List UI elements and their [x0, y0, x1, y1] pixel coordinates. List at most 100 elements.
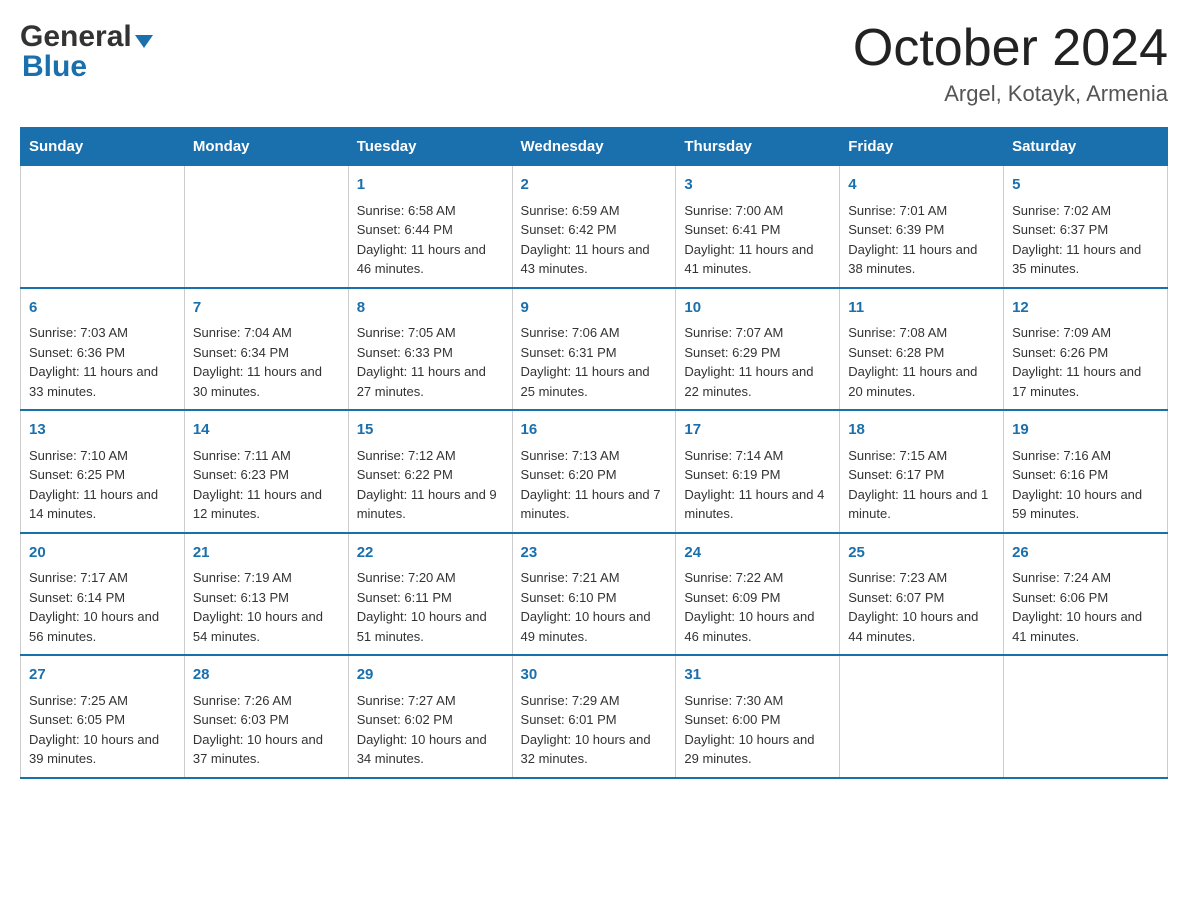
calendar-cell: 21Sunrise: 7:19 AMSunset: 6:13 PMDayligh… [184, 533, 348, 656]
calendar-week-1: 1Sunrise: 6:58 AMSunset: 6:44 PMDaylight… [21, 166, 1168, 288]
calendar-week-5: 27Sunrise: 7:25 AMSunset: 6:05 PMDayligh… [21, 655, 1168, 778]
calendar-cell: 2Sunrise: 6:59 AMSunset: 6:42 PMDaylight… [512, 166, 676, 288]
day-info-line: Sunrise: 7:27 AM [357, 691, 504, 711]
calendar-header-monday: Monday [184, 128, 348, 166]
day-number: 4 [848, 174, 995, 197]
day-info-line: Sunrise: 6:58 AM [357, 201, 504, 221]
calendar-cell: 24Sunrise: 7:22 AMSunset: 6:09 PMDayligh… [676, 533, 840, 656]
day-number: 18 [848, 419, 995, 442]
day-info-line: Daylight: 11 hours and 7 minutes. [521, 485, 668, 524]
day-info-line: Sunset: 6:17 PM [848, 465, 995, 485]
logo-blue-text: Blue [20, 50, 87, 84]
day-info-line: Sunset: 6:39 PM [848, 220, 995, 240]
calendar-cell: 7Sunrise: 7:04 AMSunset: 6:34 PMDaylight… [184, 288, 348, 411]
day-number: 13 [29, 419, 176, 442]
calendar-cell [1004, 655, 1168, 778]
day-info-line: Sunrise: 7:06 AM [521, 323, 668, 343]
day-number: 20 [29, 542, 176, 565]
day-number: 2 [521, 174, 668, 197]
calendar-cell: 26Sunrise: 7:24 AMSunset: 6:06 PMDayligh… [1004, 533, 1168, 656]
day-info-line: Sunrise: 7:15 AM [848, 446, 995, 466]
day-number: 25 [848, 542, 995, 565]
day-number: 30 [521, 664, 668, 687]
day-number: 10 [684, 297, 831, 320]
calendar-header-sunday: Sunday [21, 128, 185, 166]
day-info-line: Daylight: 11 hours and 38 minutes. [848, 240, 995, 279]
calendar-cell: 23Sunrise: 7:21 AMSunset: 6:10 PMDayligh… [512, 533, 676, 656]
calendar-header-friday: Friday [840, 128, 1004, 166]
day-info-line: Sunset: 6:05 PM [29, 710, 176, 730]
day-info-line: Daylight: 10 hours and 41 minutes. [1012, 607, 1159, 646]
calendar-cell: 1 Sunrise: 6:58 AMSunset: 6:44 PMDaylight… [348, 166, 512, 288]
day-number: 19 [1012, 419, 1159, 442]
day-info-line: Sunset: 6:44 PM [357, 220, 504, 240]
day-number: 7 [193, 297, 340, 320]
day-info-line: Sunrise: 7:09 AM [1012, 323, 1159, 343]
day-info-line: Sunset: 6:01 PM [521, 710, 668, 730]
day-info-line: Sunset: 6:14 PM [29, 588, 176, 608]
calendar-cell: 8Sunrise: 7:05 AMSunset: 6:33 PMDaylight… [348, 288, 512, 411]
day-info-line: Sunset: 6:29 PM [684, 343, 831, 363]
calendar-cell: 16Sunrise: 7:13 AMSunset: 6:20 PMDayligh… [512, 410, 676, 533]
calendar-cell: 6Sunrise: 7:03 AMSunset: 6:36 PMDaylight… [21, 288, 185, 411]
day-info-line: Daylight: 11 hours and 33 minutes. [29, 362, 176, 401]
day-info-line: Sunrise: 7:11 AM [193, 446, 340, 466]
calendar-header-thursday: Thursday [676, 128, 840, 166]
calendar-cell: 14 Sunrise: 7:11 AMSunset: 6:23 PMDayligh… [184, 410, 348, 533]
calendar-cell: 11Sunrise: 7:08 AMSunset: 6:28 PMDayligh… [840, 288, 1004, 411]
calendar-cell: 28Sunrise: 7:26 AMSunset: 6:03 PMDayligh… [184, 655, 348, 778]
day-info-line: Sunrise: 7:12 AM [357, 446, 504, 466]
day-number: 12 [1012, 297, 1159, 320]
month-title: October 2024 [853, 20, 1168, 77]
calendar-cell [21, 166, 185, 288]
day-number: 5 [1012, 174, 1159, 197]
calendar-cell: 3Sunrise: 7:00 AMSunset: 6:41 PMDaylight… [676, 166, 840, 288]
day-info-line: Sunrise: 7:01 AM [848, 201, 995, 221]
day-info-line: Daylight: 11 hours and 1 minute. [848, 485, 995, 524]
day-info-line: Daylight: 10 hours and 39 minutes. [29, 730, 176, 769]
day-number: 31 [684, 664, 831, 687]
day-number: 1 [357, 174, 504, 197]
day-info-line: Sunset: 6:37 PM [1012, 220, 1159, 240]
calendar-cell: 12 Sunrise: 7:09 AMSunset: 6:26 PMDayligh… [1004, 288, 1168, 411]
day-info-line: Sunset: 6:13 PM [193, 588, 340, 608]
day-info-line: Sunrise: 7:26 AM [193, 691, 340, 711]
calendar-cell: 29Sunrise: 7:27 AMSunset: 6:02 PMDayligh… [348, 655, 512, 778]
day-info-line: Sunset: 6:11 PM [357, 588, 504, 608]
calendar-cell: 30Sunrise: 7:29 AMSunset: 6:01 PMDayligh… [512, 655, 676, 778]
day-info-line: Sunrise: 7:19 AM [193, 568, 340, 588]
day-info-line: Sunrise: 7:04 AM [193, 323, 340, 343]
day-info-line: Sunrise: 7:17 AM [29, 568, 176, 588]
day-info-line: Daylight: 11 hours and 27 minutes. [357, 362, 504, 401]
location: Argel, Kotayk, Armenia [853, 81, 1168, 107]
day-info-line: Daylight: 10 hours and 59 minutes. [1012, 485, 1159, 524]
day-info-line: Daylight: 11 hours and 41 minutes. [684, 240, 831, 279]
day-number: 22 [357, 542, 504, 565]
calendar-cell: 4 Sunrise: 7:01 AMSunset: 6:39 PMDaylight… [840, 166, 1004, 288]
day-number: 14 [193, 419, 340, 442]
calendar-cell: 17Sunrise: 7:14 AMSunset: 6:19 PMDayligh… [676, 410, 840, 533]
day-number: 11 [848, 297, 995, 320]
day-info-line: Sunset: 6:26 PM [1012, 343, 1159, 363]
calendar-cell: 20Sunrise: 7:17 AMSunset: 6:14 PMDayligh… [21, 533, 185, 656]
day-info-line: Sunset: 6:02 PM [357, 710, 504, 730]
day-number: 15 [357, 419, 504, 442]
day-info-line: Daylight: 10 hours and 46 minutes. [684, 607, 831, 646]
day-info-line: Daylight: 11 hours and 46 minutes. [357, 240, 504, 279]
day-info-line: Daylight: 11 hours and 17 minutes. [1012, 362, 1159, 401]
day-info-line: Sunset: 6:34 PM [193, 343, 340, 363]
day-info-line: Sunset: 6:42 PM [521, 220, 668, 240]
day-info-line: Daylight: 11 hours and 12 minutes. [193, 485, 340, 524]
day-info-line: Sunrise: 7:21 AM [521, 568, 668, 588]
day-info-line: Sunrise: 7:00 AM [684, 201, 831, 221]
day-info-line: Sunrise: 7:16 AM [1012, 446, 1159, 466]
day-number: 16 [521, 419, 668, 442]
day-info-line: Daylight: 11 hours and 35 minutes. [1012, 240, 1159, 279]
day-number: 3 [684, 174, 831, 197]
calendar-cell: 19Sunrise: 7:16 AMSunset: 6:16 PMDayligh… [1004, 410, 1168, 533]
day-info-line: Daylight: 11 hours and 14 minutes. [29, 485, 176, 524]
calendar-table: SundayMondayTuesdayWednesdayThursdayFrid… [20, 127, 1168, 779]
day-number: 6 [29, 297, 176, 320]
calendar-cell: 31Sunrise: 7:30 AMSunset: 6:00 PMDayligh… [676, 655, 840, 778]
day-info-line: Sunset: 6:23 PM [193, 465, 340, 485]
